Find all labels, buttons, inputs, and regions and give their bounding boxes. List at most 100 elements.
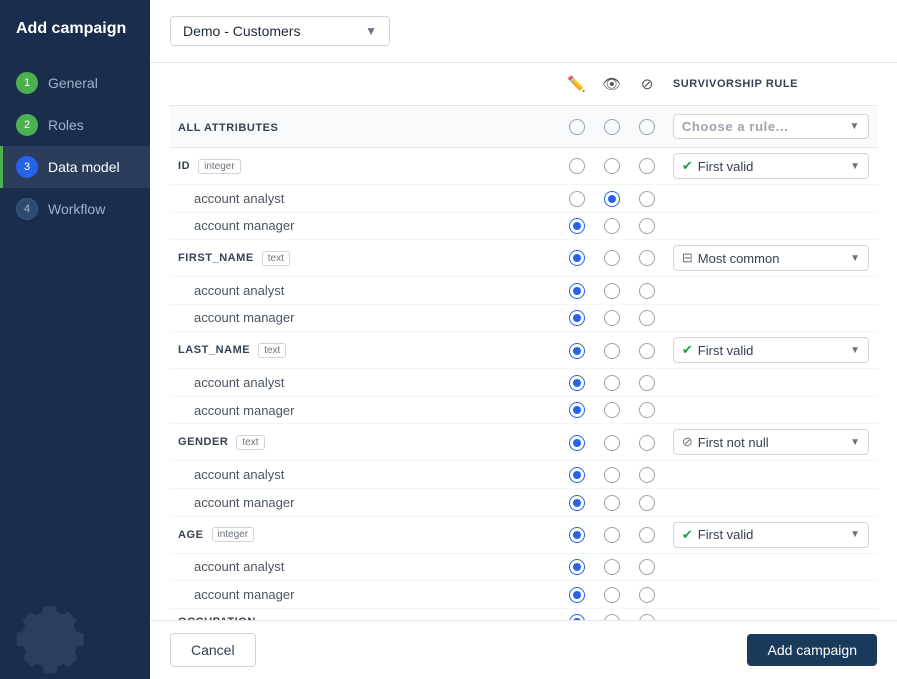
field-view-radio: [594, 516, 629, 553]
radio-button[interactable]: [604, 310, 620, 326]
radio-button[interactable]: [569, 343, 585, 359]
role-rule-cell: [665, 461, 877, 489]
radio-button[interactable]: [604, 495, 620, 511]
radio-button[interactable]: [639, 343, 655, 359]
role-rule-cell: [665, 185, 877, 213]
role-name-cell: account manager: [170, 212, 559, 240]
type-badge: text: [258, 343, 286, 358]
sidebar-item-workflow[interactable]: 4 Workflow: [0, 188, 150, 230]
role-name-cell: account analyst: [170, 369, 559, 397]
radio-button[interactable]: [569, 191, 585, 207]
radio-button[interactable]: [639, 375, 655, 391]
field-row-first_name: FIRST_NAMEtext⊟Most common▼: [170, 240, 877, 277]
role-slash-radio: [630, 581, 665, 609]
radio-button[interactable]: [604, 343, 620, 359]
dataset-dropdown[interactable]: Demo - Customers ▼: [170, 16, 390, 46]
cancel-button[interactable]: Cancel: [170, 633, 256, 667]
radio-button[interactable]: [639, 191, 655, 207]
field-row-last_name: LAST_NAMEtext✔First valid▼: [170, 332, 877, 369]
radio-button[interactable]: [639, 527, 655, 543]
radio-button[interactable]: [604, 283, 620, 299]
rule-select[interactable]: ⊟Most common▼: [673, 245, 869, 271]
sidebar-item-general[interactable]: 1 General: [0, 62, 150, 104]
role-slash-radio: [630, 369, 665, 397]
radio-button[interactable]: [639, 559, 655, 575]
radio-button[interactable]: [569, 119, 585, 135]
radio-button[interactable]: [569, 614, 585, 620]
radio-button[interactable]: [639, 435, 655, 451]
radio-button[interactable]: [639, 402, 655, 418]
radio-button[interactable]: [639, 495, 655, 511]
rule-select[interactable]: ✔First valid▼: [673, 153, 869, 179]
role-sub-row: account manager: [170, 304, 877, 332]
radio-button[interactable]: [604, 158, 620, 174]
role-slash-radio: [630, 304, 665, 332]
radio-button[interactable]: [569, 158, 585, 174]
sidebar-item-roles[interactable]: 2 Roles: [0, 104, 150, 146]
rule-select[interactable]: ⊘First not null▼: [673, 429, 869, 455]
radio-button[interactable]: [639, 158, 655, 174]
radio-button[interactable]: [604, 559, 620, 575]
radio-button[interactable]: [569, 218, 585, 234]
radio-button[interactable]: [639, 218, 655, 234]
sidebar-title: Add campaign: [0, 0, 150, 62]
role-name-cell: account analyst: [170, 553, 559, 581]
step-1-circle: 1: [16, 72, 38, 94]
role-rule-cell: [665, 488, 877, 516]
role-view-radio: [594, 212, 629, 240]
radio-button[interactable]: [639, 119, 655, 135]
role-name-cell: account manager: [170, 304, 559, 332]
radio-button[interactable]: [604, 250, 620, 266]
radio-button[interactable]: [569, 527, 585, 543]
attributes-table-container: ✏️ 👁 ⊘ SURVIVORSHIP RULE ALL ATTRIBUTES …: [150, 63, 897, 620]
radio-button[interactable]: [604, 435, 620, 451]
radio-button[interactable]: [569, 587, 585, 603]
gear-decoration: [0, 579, 100, 679]
rule-select[interactable]: Choose a rule...▼: [673, 114, 869, 139]
hidden-col-header: ⊘: [630, 63, 665, 106]
radio-button[interactable]: [604, 218, 620, 234]
radio-button[interactable]: [639, 310, 655, 326]
main-header: Demo - Customers ▼: [150, 0, 897, 63]
type-badge: text: [236, 435, 264, 450]
radio-button[interactable]: [639, 250, 655, 266]
field-edit-radio: [559, 424, 594, 461]
role-slash-radio: [630, 396, 665, 424]
radio-button[interactable]: [604, 375, 620, 391]
radio-button[interactable]: [639, 283, 655, 299]
add-campaign-button[interactable]: Add campaign: [747, 634, 877, 666]
radio-button[interactable]: [604, 614, 620, 620]
radio-button[interactable]: [569, 402, 585, 418]
field-slash-radio: [630, 240, 665, 277]
role-edit-radio: [559, 581, 594, 609]
radio-button[interactable]: [569, 467, 585, 483]
radio-button[interactable]: [569, 495, 585, 511]
radio-button[interactable]: [569, 435, 585, 451]
rule-select[interactable]: ✔First valid▼: [673, 337, 869, 363]
type-badge: integer: [212, 527, 255, 542]
field-view-radio: [594, 608, 629, 620]
field-view-radio: [594, 148, 629, 185]
radio-button[interactable]: [569, 250, 585, 266]
radio-button[interactable]: [569, 375, 585, 391]
chevron-down-icon: ▼: [850, 437, 860, 448]
radio-button[interactable]: [604, 467, 620, 483]
role-edit-radio: [559, 488, 594, 516]
radio-button[interactable]: [639, 614, 655, 620]
field-slash-radio: [630, 148, 665, 185]
radio-button[interactable]: [604, 527, 620, 543]
radio-button[interactable]: [569, 310, 585, 326]
sidebar-item-data-model[interactable]: 3 Data model: [0, 146, 150, 188]
radio-button[interactable]: [639, 467, 655, 483]
radio-button[interactable]: [639, 587, 655, 603]
rule-select[interactable]: ✔First valid▼: [673, 522, 869, 548]
radio-button[interactable]: [604, 191, 620, 207]
sidebar-item-label-general: General: [48, 75, 98, 91]
radio-button[interactable]: [604, 587, 620, 603]
role-edit-radio: [559, 212, 594, 240]
radio-button[interactable]: [604, 119, 620, 135]
radio-button[interactable]: [604, 402, 620, 418]
role-name-cell: account manager: [170, 581, 559, 609]
radio-button[interactable]: [569, 283, 585, 299]
radio-button[interactable]: [569, 559, 585, 575]
